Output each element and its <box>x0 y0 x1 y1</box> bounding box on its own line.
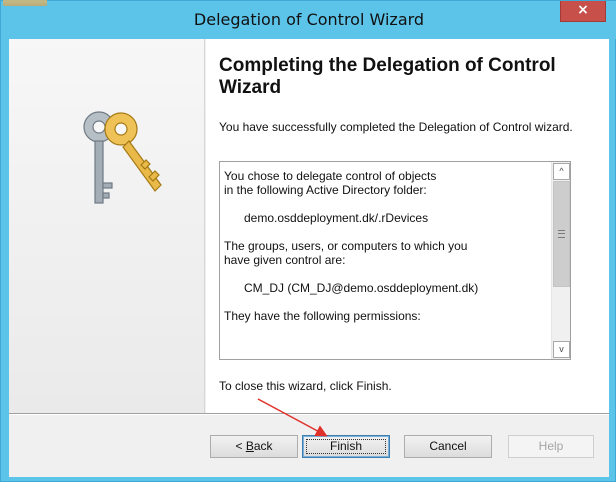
cancel-button[interactable]: Cancel <box>404 435 492 458</box>
chevron-up-icon: ^ <box>559 166 564 176</box>
focus-rectangle <box>306 439 386 454</box>
help-label: Help <box>538 439 564 453</box>
scroll-up-button[interactable]: ^ <box>553 163 570 180</box>
summary-line: The groups, users, or computers to which… <box>224 239 468 253</box>
summary-line <box>224 295 549 309</box>
summary-line <box>224 225 549 239</box>
summary-line: You chose to delegate control of objects <box>224 169 437 183</box>
summary-line: CM_DJ (CM_DJ@demo.osddeployment.dk) <box>224 281 479 295</box>
summary-textbox[interactable]: You chose to delegate control of objects… <box>219 161 571 360</box>
close-icon: × <box>577 2 589 18</box>
closing-instruction: To close this wizard, click Finish. <box>219 379 392 393</box>
scroll-down-button[interactable]: v <box>553 341 570 358</box>
title-bar[interactable]: Delegation of Control Wizard × <box>1 0 616 39</box>
summary-line: demo.osddeployment.dk/.rDevices <box>224 211 429 225</box>
page-heading: Completing the Delegation of Control Wiz… <box>219 55 556 98</box>
summary-line: have given control are: <box>224 253 346 267</box>
grip-icon <box>558 230 565 238</box>
back-label-rest: ack <box>253 439 273 453</box>
wizard-window: Delegation of Control Wizard × Completin… <box>0 0 616 482</box>
summary-line: They have the following permissions: <box>224 309 421 323</box>
button-bar: < Back Finish Cancel Help <box>9 415 609 477</box>
close-button[interactable]: × <box>560 1 606 22</box>
intro-text: You have successfully completed the Dele… <box>219 120 573 134</box>
wizard-content-panel: Completing the Delegation of Control Wiz… <box>206 39 609 413</box>
back-label-accelerator: B <box>245 439 254 453</box>
summary-scrollbar[interactable]: ^ v <box>551 162 570 359</box>
window-title: Delegation of Control Wizard <box>193 10 425 29</box>
scroll-thumb[interactable] <box>553 181 570 287</box>
help-button: Help <box>508 435 594 458</box>
wizard-client-area: Completing the Delegation of Control Wiz… <box>9 39 609 477</box>
wizard-side-panel <box>9 39 205 413</box>
app-icon <box>3 0 47 6</box>
summary-text: You chose to delegate control of objects… <box>224 169 549 323</box>
back-button[interactable]: < Back <box>210 435 298 458</box>
keys-icon <box>83 111 162 204</box>
summary-line: in the following Active Directory folder… <box>224 183 427 197</box>
chevron-down-icon: v <box>559 344 564 354</box>
finish-button[interactable]: Finish <box>302 435 390 458</box>
back-label-prefix: < <box>235 439 246 453</box>
cancel-label: Cancel <box>429 439 467 453</box>
summary-line <box>224 197 549 211</box>
summary-line <box>224 267 549 281</box>
